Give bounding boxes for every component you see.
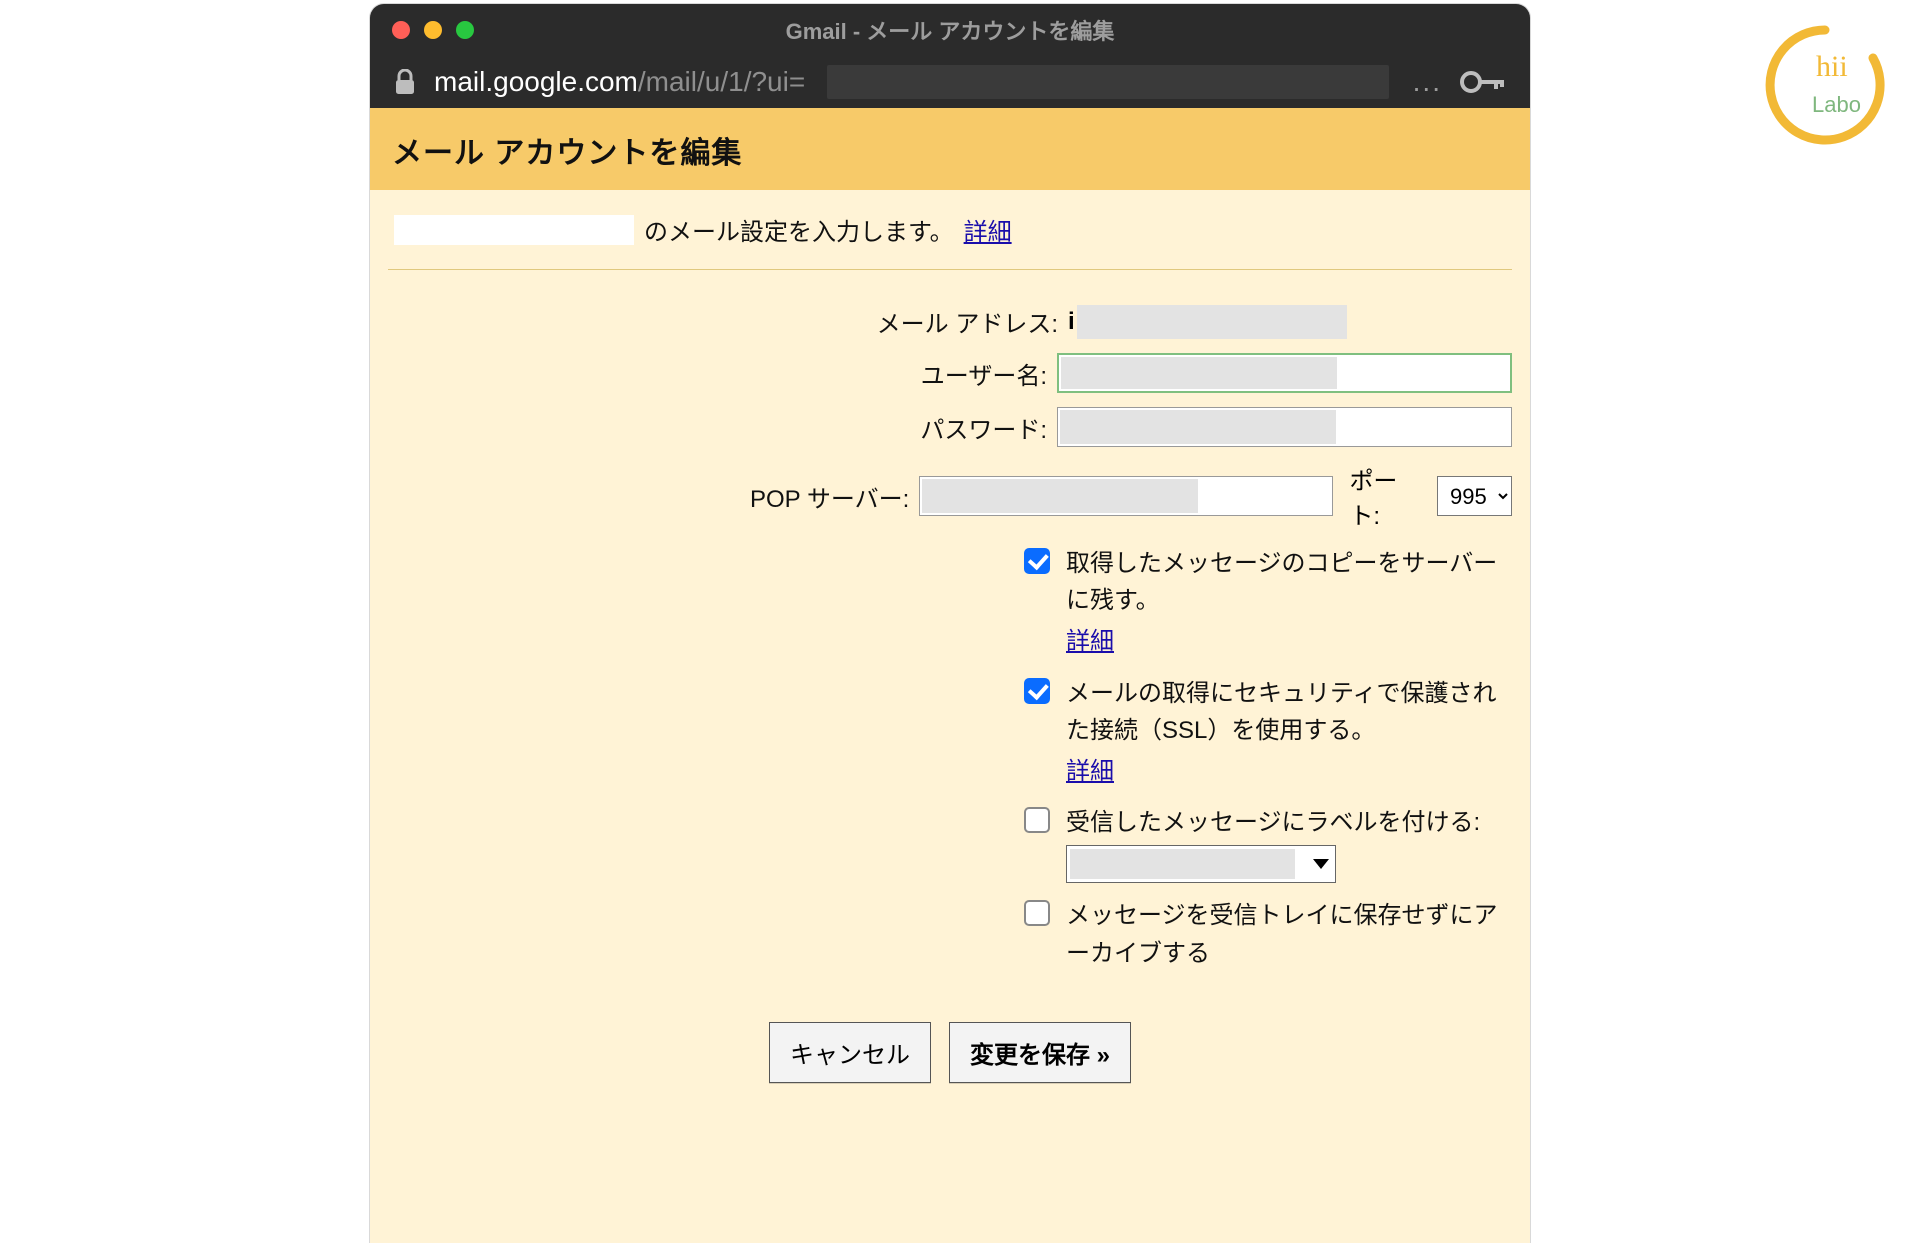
lock-icon	[394, 69, 416, 95]
label-select[interactable]	[1066, 845, 1336, 883]
row-archive: メッセージを受信トレイに保存せずにアーカイブする	[388, 897, 1512, 971]
row-email: メール アドレス: i	[388, 304, 1512, 339]
details-link-ssl[interactable]: 詳細	[1066, 753, 1114, 790]
label-port: ポート:	[1349, 461, 1421, 531]
pop-settings-form: メール アドレス: i ユーザー名: パスワード:	[388, 270, 1512, 1083]
username-input[interactable]	[1057, 353, 1512, 393]
email-prefix: i	[1068, 308, 1077, 336]
page-content: のメール設定を入力します。 詳細 メール アドレス: i ユーザー名:	[370, 190, 1530, 1243]
row-ssl: メールの取得にセキュリティで保護された接続（SSL）を使用する。 詳細	[388, 675, 1512, 791]
text-keep-copy: 取得したメッセージのコピーをサーバーに残す。	[1066, 545, 1512, 619]
lead-text: のメール設定を入力します。	[644, 212, 954, 247]
lead-details-link[interactable]: 詳細	[964, 212, 1012, 247]
row-pop-server: POP サーバー: ポート: 995	[388, 461, 1512, 531]
page: メール アカウントを編集 のメール設定を入力します。 詳細 メール アドレス: …	[370, 108, 1530, 1243]
row-apply-label: 受信したメッセージにラベルを付ける:	[388, 804, 1512, 883]
checkbox-apply-label[interactable]	[1024, 807, 1050, 833]
button-row: キャンセル 変更を保存 »	[388, 1022, 1512, 1083]
browser-window: Gmail - メール アカウントを編集 mail.google.com /ma…	[370, 4, 1530, 1243]
address-bar[interactable]: mail.google.com /mail/u/1/?ui= ...	[370, 56, 1530, 108]
cancel-button[interactable]: キャンセル	[769, 1022, 931, 1083]
url-redacted	[827, 65, 1388, 99]
url-text: mail.google.com /mail/u/1/?ui=	[434, 66, 805, 98]
checkbox-keep-copy[interactable]	[1024, 548, 1050, 574]
password-input[interactable]	[1057, 407, 1512, 447]
url-ellipsis: ...	[1413, 66, 1442, 98]
email-redacted	[1077, 305, 1347, 339]
text-ssl: メールの取得にセキュリティで保護された接続（SSL）を使用する。	[1066, 675, 1512, 749]
checkbox-ssl[interactable]	[1024, 678, 1050, 704]
port-select[interactable]: 995	[1437, 476, 1512, 516]
label-password: パスワード:	[388, 410, 1057, 445]
row-password: パスワード:	[388, 407, 1512, 447]
logo-text-top: hii	[1816, 50, 1848, 83]
details-link-keep-copy[interactable]: 詳細	[1066, 623, 1114, 660]
page-title: メール アカウントを編集	[392, 128, 1508, 172]
url-path: /mail/u/1/?ui=	[638, 66, 805, 98]
text-apply-label: 受信したメッセージにラベルを付ける:	[1066, 804, 1480, 841]
label-pop-server: POP サーバー:	[388, 479, 919, 514]
logo-text-bottom: Labo	[1812, 92, 1861, 117]
key-icon[interactable]	[1460, 69, 1506, 95]
site-logo: hii Labo	[1760, 20, 1890, 150]
url-host: mail.google.com	[434, 66, 638, 98]
pop-server-input[interactable]	[919, 476, 1333, 516]
text-archive: メッセージを受信トレイに保存せずにアーカイブする	[1066, 897, 1512, 971]
row-keep-copy: 取得したメッセージのコピーをサーバーに残す。 詳細	[388, 545, 1512, 661]
window-titlebar: Gmail - メール アカウントを編集	[370, 4, 1530, 56]
lead-redacted	[394, 215, 634, 245]
lead-row: のメール設定を入力します。 詳細	[388, 208, 1512, 270]
save-button[interactable]: 変更を保存 »	[949, 1022, 1131, 1083]
email-value: i	[1068, 305, 1347, 339]
label-email: メール アドレス:	[388, 304, 1068, 339]
row-username: ユーザー名:	[388, 353, 1512, 393]
window-title: Gmail - メール アカウントを編集	[370, 14, 1530, 46]
label-username: ユーザー名:	[388, 356, 1057, 391]
page-header: メール アカウントを編集	[370, 108, 1530, 190]
chevron-down-icon	[1313, 859, 1329, 869]
checkbox-archive[interactable]	[1024, 900, 1050, 926]
